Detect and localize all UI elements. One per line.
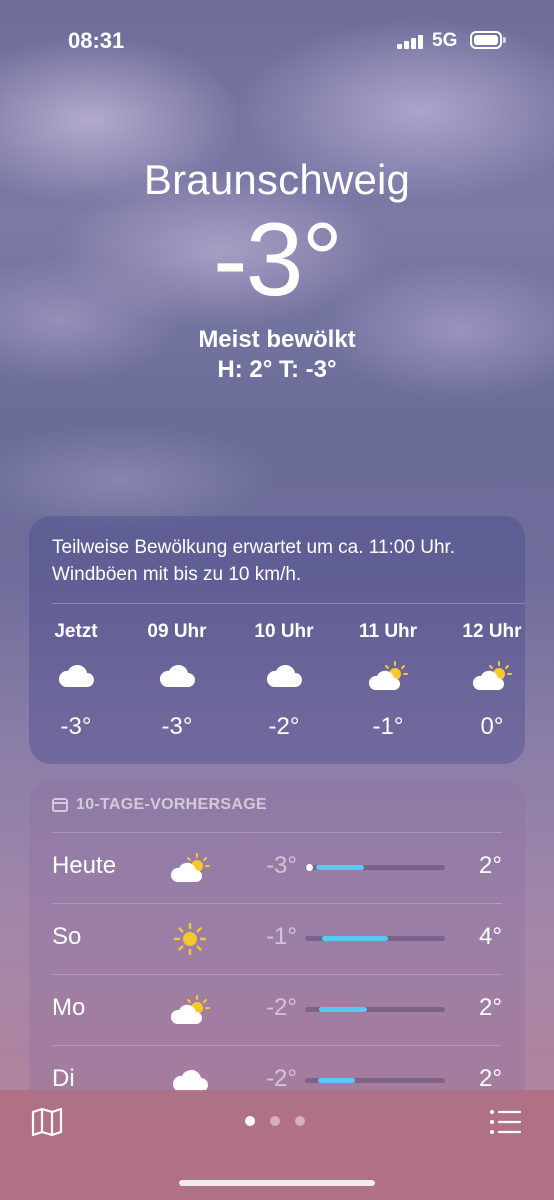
battery-tip xyxy=(503,37,506,43)
hour-label: 10 Uhr xyxy=(254,621,314,642)
partly-sunny-icon xyxy=(167,848,213,888)
hour-label: 11 Uhr xyxy=(358,621,418,642)
forecast-high: 2° xyxy=(479,994,502,1021)
hour-temp: -3° xyxy=(161,713,193,740)
forecast-day: Heute xyxy=(52,852,117,879)
hour-item: 09 Uhr -3° xyxy=(127,621,227,741)
hour-item: Jetzt -3° xyxy=(26,621,126,741)
hour-item: 12 Uhr 0° xyxy=(442,621,542,741)
cloud-icon xyxy=(26,653,126,699)
ten-day-forecast-card[interactable]: 10-TAGE-VORHERSAGE Heute -3° 2° So -1° 4… xyxy=(29,780,525,1110)
current-weather: Braunschweig -3° Meist bewölkt H: 2° T: … xyxy=(0,150,554,384)
city-name: Braunschweig xyxy=(143,156,411,203)
partly-sunny-icon xyxy=(167,990,213,1030)
hour-temp: -2° xyxy=(268,713,300,740)
range-fill xyxy=(316,865,364,870)
battery-icon xyxy=(470,31,502,49)
forecast-high: 2° xyxy=(479,852,502,879)
page-dot[interactable] xyxy=(245,1116,255,1126)
current-temp-marker xyxy=(306,864,314,871)
forecast-low: -3° xyxy=(266,852,297,879)
sun-icon xyxy=(167,919,213,959)
home-indicator[interactable] xyxy=(179,1180,375,1186)
page-dot[interactable] xyxy=(270,1116,280,1126)
status-time: 08:31 xyxy=(68,28,125,53)
forecast-day: So xyxy=(52,923,82,950)
forecast-header: 10-TAGE-VORHERSAGE xyxy=(52,796,267,814)
network-type: 5G xyxy=(432,30,458,51)
cloud-icon xyxy=(234,653,334,699)
divider xyxy=(52,603,525,604)
map-icon[interactable] xyxy=(30,1106,64,1138)
forecast-low: -1° xyxy=(266,923,297,950)
forecast-day: Mo xyxy=(52,994,86,1021)
forecast-row[interactable]: So -1° 4° xyxy=(29,903,525,973)
forecast-high: 4° xyxy=(479,923,502,950)
page-dot[interactable] xyxy=(295,1116,305,1126)
range-fill xyxy=(321,936,388,941)
hourly-list[interactable]: Jetzt -3° 09 Uhr -3° 10 Uhr -2° 11 Uhr -… xyxy=(29,621,525,751)
row-divider xyxy=(52,832,502,833)
temperature-range-bar xyxy=(305,1078,445,1083)
temperature-range-bar xyxy=(305,864,445,871)
page-indicator[interactable] xyxy=(245,1116,305,1126)
status-bar: 08:31 5G xyxy=(0,0,554,80)
forecast-day: Di xyxy=(52,1065,75,1092)
forecast-row[interactable]: Heute -3° 2° xyxy=(29,832,525,902)
hour-label: 12 Uhr xyxy=(462,621,522,642)
hour-temp: 0° xyxy=(480,713,504,740)
range-fill xyxy=(319,1007,367,1012)
current-temperature: -3° xyxy=(212,202,343,318)
hour-label: 09 Uhr xyxy=(147,621,207,642)
forecast-low: -2° xyxy=(266,994,297,1021)
high-low-text: H: 2° T: -3° xyxy=(217,356,337,383)
temperature-range-bar xyxy=(305,1007,445,1012)
list-icon[interactable] xyxy=(488,1108,522,1136)
calendar-icon xyxy=(52,798,68,812)
hour-item: 11 Uhr -1° xyxy=(338,621,438,741)
signal-icon xyxy=(397,33,425,49)
forecast-low: -2° xyxy=(266,1065,297,1092)
condition-text: Meist bewölkt xyxy=(198,326,356,353)
partly-sunny-icon xyxy=(442,653,542,699)
forecast-row[interactable]: Mo -2° 2° xyxy=(29,974,525,1044)
range-fill xyxy=(317,1078,356,1083)
row-divider xyxy=(52,1045,502,1046)
partly-sunny-icon xyxy=(338,653,438,699)
hour-item: 10 Uhr -2° xyxy=(234,621,334,741)
hour-label: Jetzt xyxy=(54,621,98,642)
hour-temp: -3° xyxy=(60,713,92,740)
row-divider xyxy=(52,903,502,904)
hourly-summary: Teilweise Bewölkung erwartet um ca. 11:0… xyxy=(52,537,456,585)
row-divider xyxy=(52,974,502,975)
cloud-icon xyxy=(127,653,227,699)
forecast-title: 10-TAGE-VORHERSAGE xyxy=(76,796,267,813)
hour-temp: -1° xyxy=(372,713,404,740)
hourly-forecast-card[interactable]: Teilweise Bewölkung erwartet um ca. 11:0… xyxy=(29,516,525,764)
forecast-high: 2° xyxy=(479,1065,502,1092)
temperature-range-bar xyxy=(305,936,445,941)
